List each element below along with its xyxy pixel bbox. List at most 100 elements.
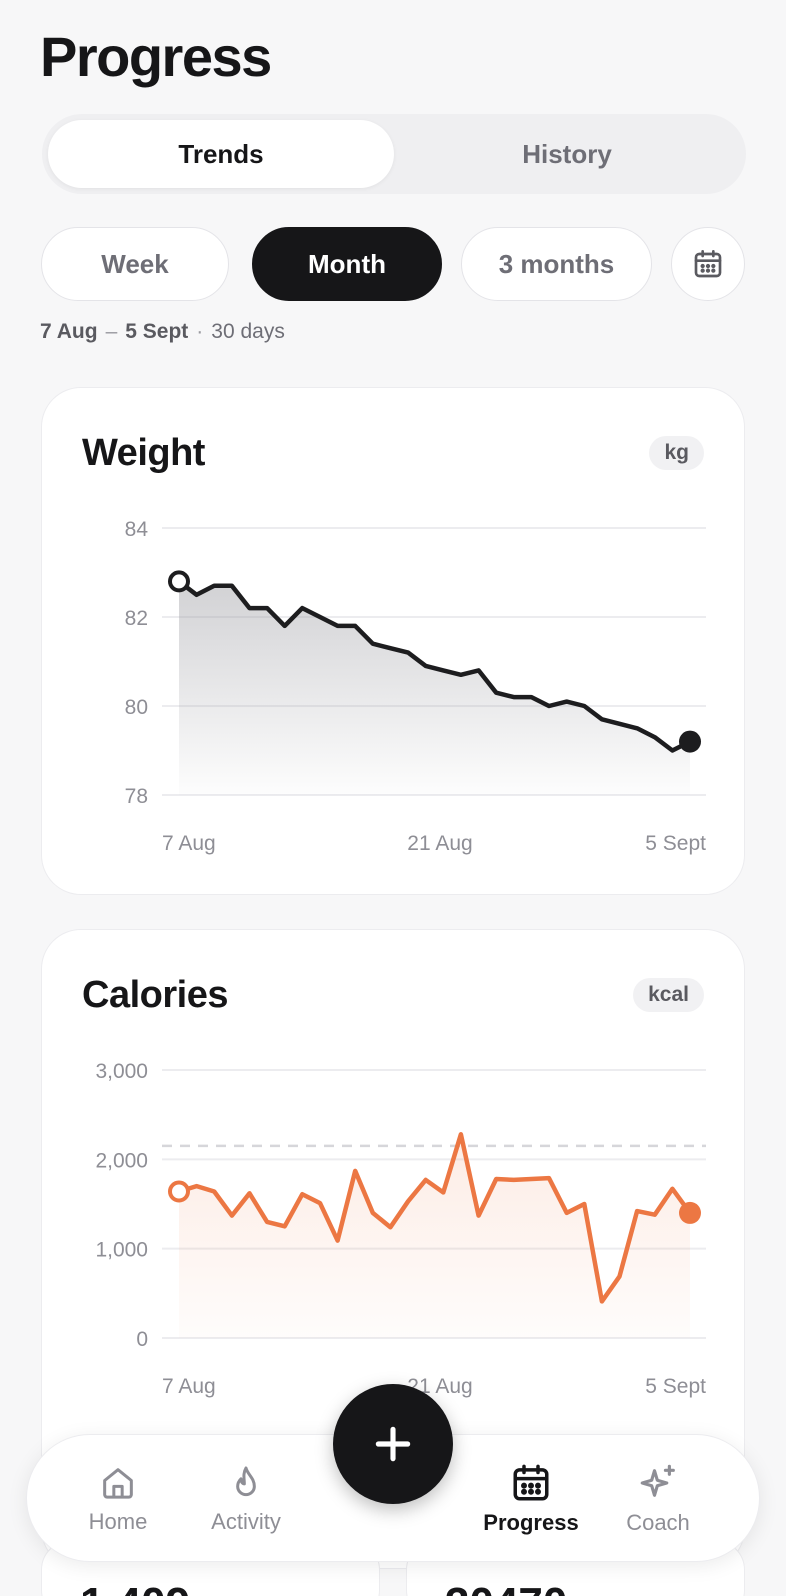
weight-y-tick-label: 82: [125, 607, 148, 630]
calendar-picker-button[interactable]: [671, 227, 745, 301]
sparkle-icon: [640, 1464, 675, 1497]
weight-data-point: [318, 615, 322, 619]
tab-coach-label: Coach: [626, 1510, 690, 1535]
calories-data-point: [265, 1220, 269, 1224]
weight-data-point: [512, 695, 516, 699]
weight-data-point: [353, 624, 357, 628]
weight-data-point: [670, 749, 674, 753]
weight-y-tick-label: 80: [125, 696, 148, 719]
calories-data-point: [459, 1132, 463, 1136]
date-dot: ·: [196, 320, 204, 343]
tab-trends[interactable]: Trends: [48, 120, 394, 188]
weight-x-tick-label: 7 Aug: [162, 832, 216, 855]
calories-data-point: [600, 1299, 604, 1303]
date-end: 5 Sept: [125, 320, 189, 343]
weight-data-point: [195, 593, 199, 597]
calories-end-marker: [679, 1201, 701, 1224]
weight-data-point: [600, 717, 604, 721]
calories-data-point: [353, 1169, 357, 1173]
stat-value-left: 1,409: [80, 1579, 190, 1596]
calories-data-point: [547, 1176, 551, 1180]
plus-icon: [375, 1426, 411, 1462]
tab-history[interactable]: History: [394, 120, 740, 188]
tab-activity[interactable]: Activity: [181, 1435, 311, 1563]
weight-data-point: [283, 624, 287, 628]
date-start: 7 Aug: [40, 320, 98, 343]
range-week-button[interactable]: Week: [41, 227, 229, 301]
calories-data-point: [424, 1178, 428, 1182]
calories-data-point: [494, 1177, 498, 1181]
weight-data-point: [406, 651, 410, 655]
calories-data-point: [618, 1274, 622, 1278]
weight-data-point: [477, 668, 481, 672]
calories-data-point: [635, 1209, 639, 1213]
calendar-icon: [694, 250, 722, 278]
view-segmented-control: Trends History: [42, 114, 746, 194]
calories-data-point: [212, 1189, 216, 1193]
calories-x-tick-label: 5 Sept: [645, 1375, 706, 1398]
calories-area: [179, 1134, 690, 1338]
calories-data-point: [247, 1191, 251, 1195]
weight-data-point: [618, 722, 622, 726]
calendar-icon: [513, 1464, 549, 1501]
date-range-label: 7 Aug – 5 Sept · 30 days: [40, 320, 285, 344]
tab-activity-label: Activity: [211, 1509, 281, 1534]
calories-data-point: [653, 1213, 657, 1217]
weight-data-point: [424, 664, 428, 668]
calories-data-point: [406, 1199, 410, 1203]
weight-x-tick-label: 5 Sept: [645, 832, 706, 855]
date-length: 30 days: [211, 320, 285, 343]
tab-progress[interactable]: Progress: [466, 1435, 596, 1563]
calories-data-point: [195, 1184, 199, 1188]
tab-coach[interactable]: Coach: [593, 1435, 723, 1563]
weight-end-marker: [679, 730, 701, 753]
home-icon: [103, 1468, 133, 1499]
weight-data-point: [582, 704, 586, 708]
weight-y-tick-label: 84: [125, 518, 149, 541]
weight-data-point: [653, 735, 657, 739]
weight-data-point: [336, 624, 340, 628]
calories-data-point: [670, 1187, 674, 1191]
weight-chart: 84 82 80 78 7 Aug 21 Aug 5 Sept: [125, 518, 707, 855]
calories-data-point: [283, 1224, 287, 1228]
calories-data-point: [565, 1211, 569, 1215]
calories-data-point: [512, 1178, 516, 1182]
weight-data-point: [547, 704, 551, 708]
calories-y-tick-label: 2,000: [95, 1149, 148, 1172]
weight-data-point: [230, 584, 234, 588]
calories-data-point: [441, 1190, 445, 1194]
tab-home-label: Home: [88, 1509, 148, 1534]
weight-card: Weight kg 84 82 80 78 7 Aug 21 Aug 5 Sept: [41, 387, 745, 895]
weight-data-point: [388, 646, 392, 650]
calories-data-point: [477, 1214, 481, 1218]
weight-data-point: [635, 726, 639, 730]
calories-data-point: [230, 1214, 234, 1218]
weight-start-marker: [168, 570, 190, 593]
calories-data-point: [318, 1201, 322, 1205]
range-3months-button[interactable]: 3 months: [461, 227, 652, 301]
calories-y-tick-label: 0: [136, 1328, 148, 1351]
flame-icon: [236, 1466, 256, 1497]
calories-data-point: [371, 1211, 375, 1215]
weight-data-point: [529, 695, 533, 699]
weight-data-point: [212, 584, 216, 588]
range-month-button[interactable]: Month: [252, 227, 442, 301]
add-entry-button[interactable]: [333, 1384, 453, 1504]
calories-data-point: [529, 1177, 533, 1181]
tab-progress-label: Progress: [483, 1510, 579, 1535]
weight-area: [179, 581, 690, 795]
page-title: Progress: [40, 25, 272, 88]
weight-data-point: [247, 606, 251, 610]
date-separator: –: [105, 320, 118, 343]
weight-data-point: [565, 700, 569, 704]
stat-value-right: 30470: [445, 1579, 567, 1596]
calories-y-tick-label: 1,000: [95, 1239, 148, 1262]
calories-data-point: [300, 1192, 304, 1196]
calories-data-point: [582, 1202, 586, 1206]
tab-home[interactable]: Home: [53, 1435, 183, 1563]
weight-data-point: [494, 691, 498, 695]
calories-start-marker: [168, 1180, 190, 1203]
weight-data-point: [371, 642, 375, 646]
weight-x-tick-label: 21 Aug: [407, 832, 472, 855]
weight-data-point: [441, 668, 445, 672]
